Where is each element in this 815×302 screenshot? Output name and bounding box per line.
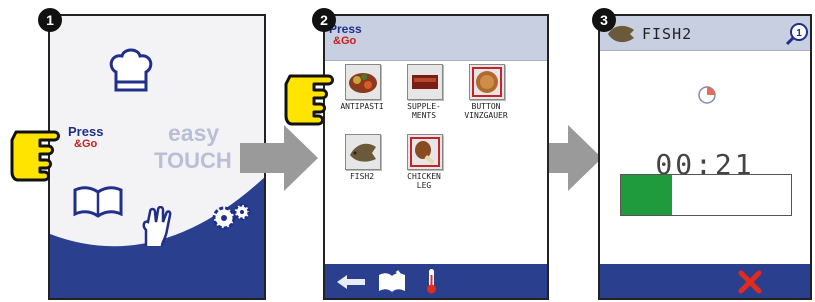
bottom-toolbar xyxy=(325,264,547,298)
program-tile-fish2[interactable] xyxy=(345,134,381,170)
chef-hat-icon[interactable] xyxy=(108,46,154,96)
thermometer-icon[interactable] xyxy=(423,267,439,295)
clock-icon xyxy=(698,86,716,104)
program-tile-supplements[interactable] xyxy=(407,64,443,100)
tile-label: SUPPLE- xyxy=(407,102,441,111)
chicken-leg-icon xyxy=(410,137,440,167)
progress-bar xyxy=(620,174,792,216)
bread-roll-icon xyxy=(472,67,502,97)
program-tile-chicken-leg[interactable] xyxy=(407,134,443,170)
tile-label: CHICKEN xyxy=(407,172,441,181)
gears-icon[interactable] xyxy=(210,202,252,232)
step-badge-1: 1 xyxy=(38,8,62,32)
step-badge-3: 3 xyxy=(592,8,616,32)
cancel-x-icon[interactable] xyxy=(738,270,762,294)
antipasti-icon xyxy=(349,73,377,93)
program-tile-button-vinzgauer[interactable] xyxy=(469,64,505,100)
easy-touch-easy-label[interactable]: easy xyxy=(168,120,219,147)
book-icon[interactable] xyxy=(72,184,124,218)
magnifier-icon[interactable]: 1 xyxy=(784,21,810,47)
program-tile-antipasti[interactable] xyxy=(345,64,381,100)
back-arrow-icon[interactable] xyxy=(335,272,369,290)
step-arrow-1 xyxy=(240,125,318,191)
supplements-icon xyxy=(412,75,438,89)
zoom-level: 1 xyxy=(796,28,802,39)
bottom-toolbar xyxy=(600,264,810,298)
progress-fill xyxy=(621,175,672,215)
pointing-hand-icon xyxy=(284,74,334,126)
program-title: FISH2 xyxy=(642,25,693,43)
tile-label: MENTS xyxy=(411,111,437,120)
easy-touch-touch-label[interactable]: TOUCH xyxy=(154,148,232,174)
program-list-panel: Press &Go ANTIPASTI SUPPLE- MENTS BUTTON… xyxy=(323,14,549,300)
press-go-press-label[interactable]: Press xyxy=(68,124,103,139)
tile-label: FISH2 xyxy=(349,172,375,181)
press-go-go-label[interactable]: &Go xyxy=(74,138,97,150)
tile-label: BUTTON xyxy=(471,102,501,111)
program-header: FISH2 1 xyxy=(600,16,810,51)
fish-icon xyxy=(350,143,376,162)
pointing-hand-icon xyxy=(10,130,60,182)
running-program-panel: FISH2 1 00:21 xyxy=(598,14,812,300)
tile-label: LEG xyxy=(416,181,432,190)
press-go-header: Press &Go xyxy=(325,16,547,61)
header-go-label: &Go xyxy=(333,35,357,47)
start-screen-panel: Press &Go easy TOUCH xyxy=(48,14,266,300)
tile-label: VINZGAUER xyxy=(464,111,508,120)
hand-care-icon[interactable] xyxy=(136,206,176,250)
step-badge-2: 2 xyxy=(312,8,336,32)
edit-book-icon[interactable] xyxy=(377,269,407,293)
